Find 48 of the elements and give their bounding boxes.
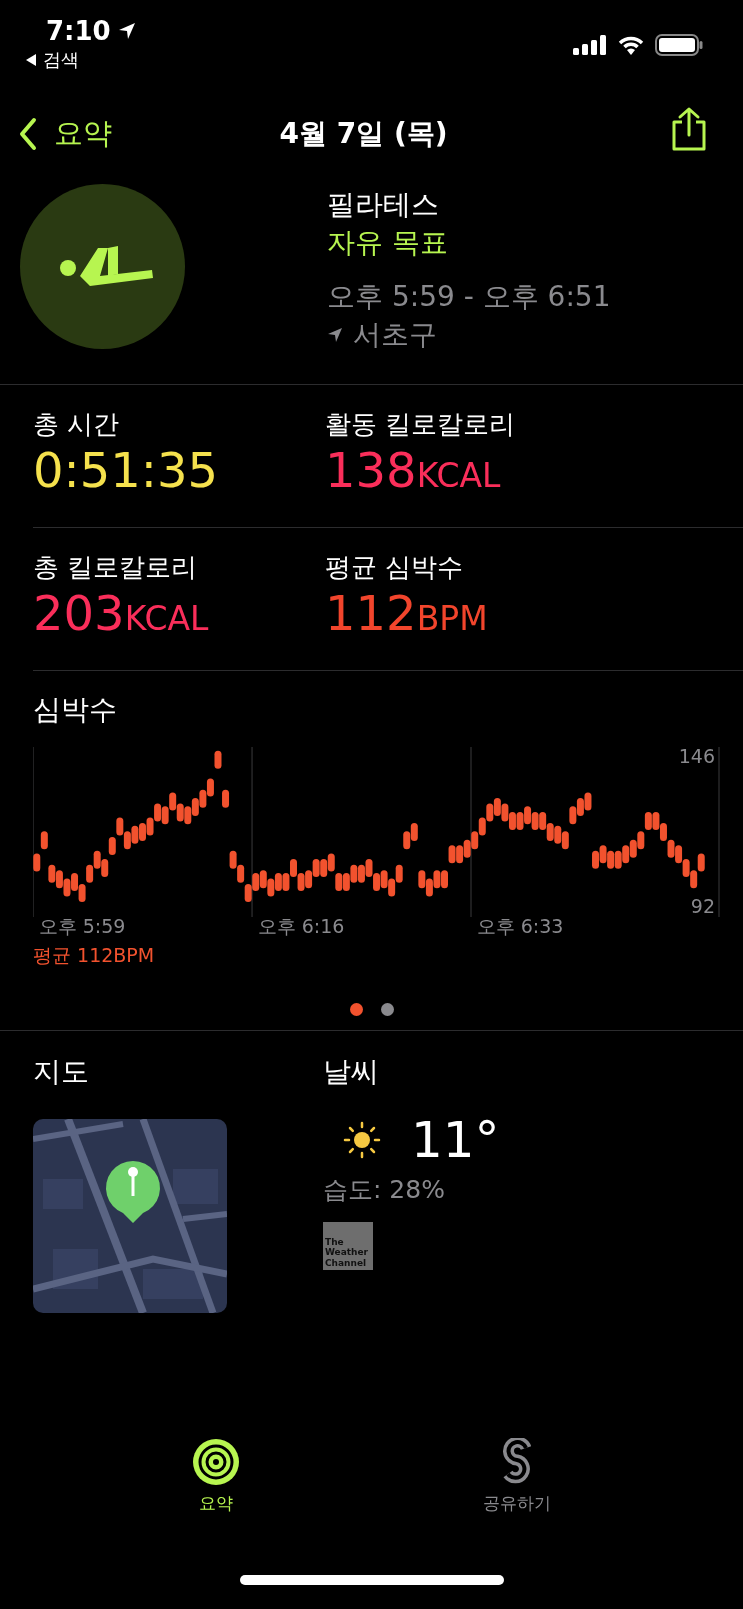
heart-rate-bar xyxy=(222,789,230,808)
weather-channel-logo: The Weather Channel xyxy=(323,1222,373,1270)
tab[interactable]: 공유하기 xyxy=(483,1438,552,1515)
back-button[interactable]: 요약 xyxy=(18,114,112,154)
heart-rate-bar xyxy=(40,831,48,850)
sun-icon xyxy=(343,1121,381,1159)
stat-unit: KCAL xyxy=(124,599,209,638)
workout-name: 필라테스 xyxy=(327,187,440,223)
axis-label: 오후 6:33 xyxy=(476,915,564,937)
stat-value: 0:51:35 xyxy=(33,442,219,498)
average-heart-rate: 평균 112BPM xyxy=(33,943,155,968)
stat-value: 138 xyxy=(325,442,417,498)
stat-label: 총 시간 xyxy=(33,408,121,441)
back-triangle-icon xyxy=(26,54,37,66)
stat-label: 총 킬로칼로리 xyxy=(33,551,199,584)
section-title: 지도 xyxy=(33,1054,89,1090)
wifi-icon xyxy=(617,35,645,55)
rings-icon xyxy=(191,1438,240,1486)
stat-unit: BPM xyxy=(416,599,488,638)
stat-value: 203 xyxy=(33,585,125,641)
workout-location: 서초구 xyxy=(353,317,437,353)
signal-icon xyxy=(573,35,607,55)
axis-label: 146 xyxy=(678,744,715,767)
chevron-left-icon xyxy=(18,117,38,151)
humidity: 습도: 28% xyxy=(323,1174,445,1206)
stat-label: 평균 심박수 xyxy=(325,551,465,584)
stat-value: 112 xyxy=(325,585,417,641)
battery-icon xyxy=(655,34,703,56)
status-time: 7:10 xyxy=(46,16,111,46)
page-title: 4월 7일 (목) xyxy=(279,116,448,152)
axis-label: 92 xyxy=(690,894,715,917)
axis-label: 오후 5:59 xyxy=(38,915,126,937)
back-to-app-link[interactable]: 검색 xyxy=(26,48,137,72)
page-dot[interactable] xyxy=(380,1003,394,1016)
workout-goal: 자유 목표 xyxy=(327,225,449,261)
stat-label: 활동 킬로칼로리 xyxy=(325,408,517,441)
heart-rate-bar xyxy=(214,750,222,769)
location-arrow-icon xyxy=(327,327,343,343)
pilates-icon xyxy=(20,184,185,349)
section-title: 날씨 xyxy=(323,1054,379,1090)
heart-rate-bar xyxy=(33,853,41,872)
section-title: 심박수 xyxy=(33,692,117,728)
tab[interactable]: 요약 xyxy=(191,1438,240,1515)
stat-unit: KCAL xyxy=(416,456,501,495)
axis-label: 오후 6:16 xyxy=(257,915,345,937)
temperature: 11° xyxy=(411,1111,500,1169)
page-dot[interactable] xyxy=(349,1003,363,1016)
workout-time-range: 오후 5:59 - 오후 6:51 xyxy=(327,279,611,315)
